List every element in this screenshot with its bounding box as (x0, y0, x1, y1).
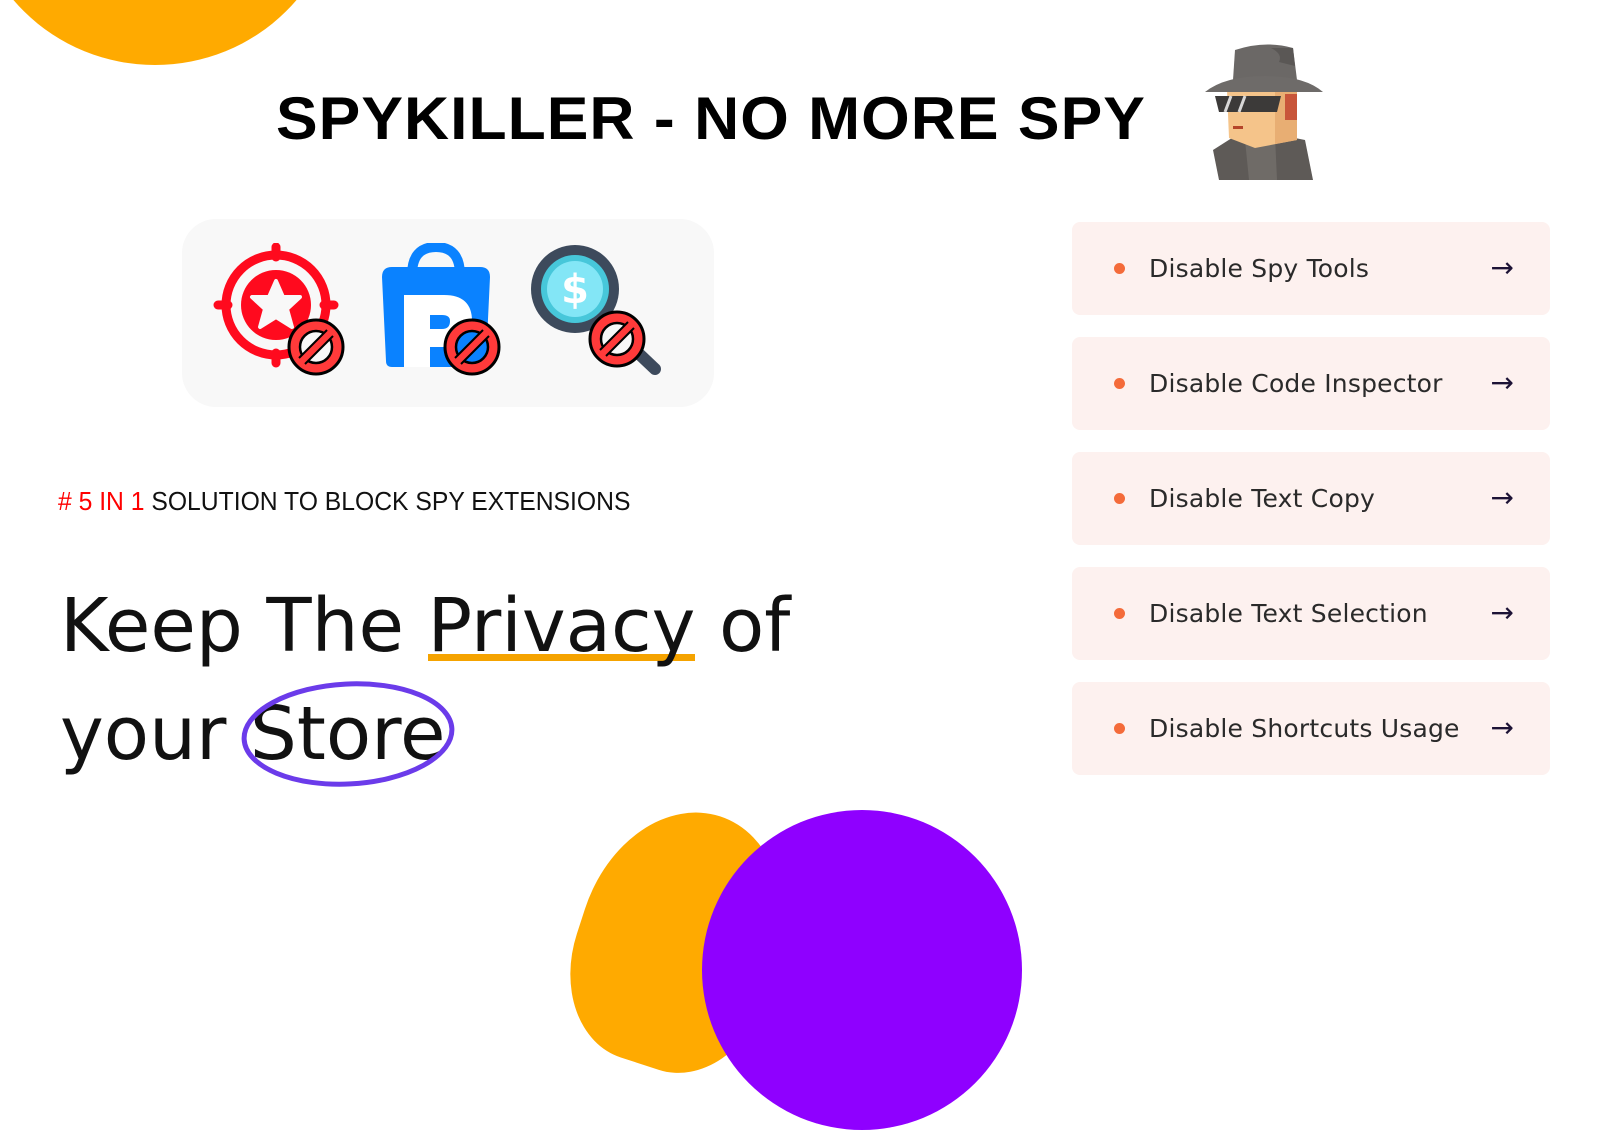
tagline: # 5 IN 1 SOLUTION TO BLOCK SPY EXTENSION… (58, 486, 630, 517)
decorative-orange-blob-top (0, 0, 340, 65)
headline-part1: Keep The (60, 583, 428, 669)
feature-item-shortcuts-usage[interactable]: Disable Shortcuts Usage → (1072, 682, 1550, 775)
arrow-right-icon[interactable]: → (1491, 250, 1514, 283)
feature-list: Disable Spy Tools → Disable Code Inspect… (1072, 222, 1550, 797)
feature-item-text-copy[interactable]: Disable Text Copy → (1072, 452, 1550, 545)
feature-item-text-selection[interactable]: Disable Text Selection → (1072, 567, 1550, 660)
prohibited-icon (588, 310, 646, 368)
arrow-right-icon[interactable]: → (1491, 480, 1514, 513)
bullet-icon (1114, 723, 1125, 734)
decorative-purple-blob-bottom (702, 810, 1022, 1130)
tagline-text: SOLUTION TO BLOCK SPY EXTENSIONS (144, 486, 631, 516)
spy-detective-icon (1205, 44, 1323, 180)
shopping-bag-icon (382, 243, 501, 376)
headline-underlined-word: Privacy (427, 572, 695, 680)
feature-item-spy-tools[interactable]: Disable Spy Tools → (1072, 222, 1550, 315)
prohibited-icon (443, 318, 501, 376)
headline-part3: your (60, 691, 250, 777)
tagline-accent: # 5 IN 1 (58, 486, 145, 516)
headline: Keep The Privacy of your Store (60, 572, 790, 788)
page-title: SPYKILLER - NO MORE SPY (276, 85, 1146, 152)
bullet-icon (1114, 608, 1125, 619)
bullet-icon (1114, 378, 1125, 389)
bullet-icon (1114, 263, 1125, 274)
target-star-icon (213, 243, 345, 376)
svg-text:$: $ (561, 267, 589, 313)
arrow-right-icon[interactable]: → (1491, 710, 1514, 743)
blocked-apps-panel: $ (182, 219, 714, 407)
feature-item-code-inspector[interactable]: Disable Code Inspector → (1072, 337, 1550, 430)
bullet-icon (1114, 493, 1125, 504)
headline-circled-word: Store (241, 680, 455, 788)
headline-circled-text: Store (249, 691, 446, 777)
headline-part2: of (695, 583, 791, 669)
arrow-right-icon[interactable]: → (1491, 595, 1514, 628)
prohibited-icon (287, 318, 345, 376)
dollar-magnifier-icon: $ (531, 245, 661, 375)
arrow-right-icon[interactable]: → (1491, 365, 1514, 398)
